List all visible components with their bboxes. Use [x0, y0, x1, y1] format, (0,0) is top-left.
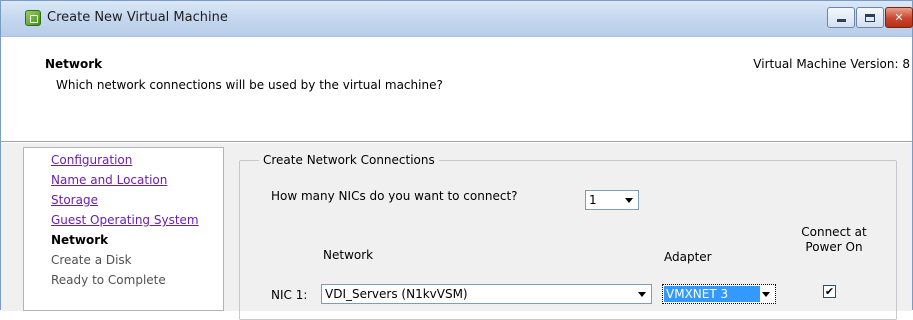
- chevron-down-icon: [625, 197, 633, 203]
- nic1-network-select[interactable]: VDI_Servers (N1kvVSM): [321, 284, 652, 304]
- nic1-adapter-dropdown-button[interactable]: [758, 286, 774, 302]
- nic1-network-value: VDI_Servers (N1kvVSM): [325, 287, 468, 301]
- wizard-step-list: Configuration Name and Location Storage …: [23, 147, 224, 311]
- nic1-adapter-select[interactable]: VMXNET 3: [662, 284, 776, 304]
- wizard-header: Network Which network connections will b…: [1, 38, 912, 142]
- close-button[interactable]: ✕: [885, 7, 913, 28]
- close-icon: ✕: [894, 11, 904, 24]
- step-configuration[interactable]: Configuration: [51, 153, 132, 167]
- step-guest-os[interactable]: Guest Operating System: [51, 213, 199, 227]
- chevron-down-icon: [638, 291, 646, 297]
- chevron-down-icon: [762, 291, 770, 297]
- page-title: Network: [45, 57, 103, 71]
- maximize-icon: [865, 13, 875, 22]
- step-create-disk: Create a Disk: [51, 253, 132, 267]
- vsphere-app-icon: [25, 10, 41, 26]
- nic1-adapter-value: VMXNET 3: [664, 286, 760, 302]
- step-network-current: Network: [51, 233, 109, 247]
- checkmark-icon: ✔: [824, 285, 835, 298]
- window-title: Create New Virtual Machine: [47, 10, 228, 25]
- title-bar[interactable]: Create New Virtual Machine ✕: [1, 1, 913, 37]
- nic-count-value: 1: [589, 193, 597, 207]
- minimize-button[interactable]: [827, 7, 855, 28]
- minimize-icon: [836, 19, 846, 22]
- nic-count-select[interactable]: 1: [585, 190, 639, 210]
- maximize-button[interactable]: [856, 7, 884, 28]
- vm-version-label: Virtual Machine Version: 8: [753, 57, 910, 71]
- page-subtitle: Which network connections will be used b…: [56, 78, 443, 92]
- nic-count-dropdown-button[interactable]: [621, 192, 637, 208]
- nic1-network-dropdown-button[interactable]: [634, 286, 650, 302]
- step-name-and-location[interactable]: Name and Location: [51, 173, 167, 187]
- step-ready-to-complete: Ready to Complete: [51, 273, 166, 287]
- step-storage[interactable]: Storage: [51, 193, 98, 207]
- create-vm-window: Create New Virtual Machine ✕ Network Whi…: [0, 0, 913, 320]
- nic1-connect-at-power-on-checkbox[interactable]: ✔: [823, 285, 836, 298]
